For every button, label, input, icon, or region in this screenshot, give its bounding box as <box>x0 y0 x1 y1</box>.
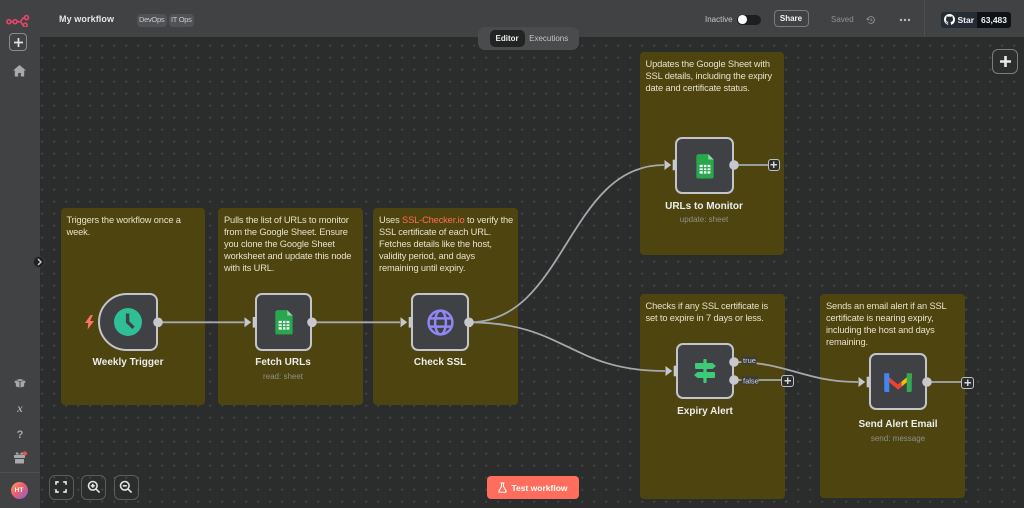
svg-text:true: true <box>743 356 756 365</box>
svg-text:false: false <box>743 376 759 385</box>
